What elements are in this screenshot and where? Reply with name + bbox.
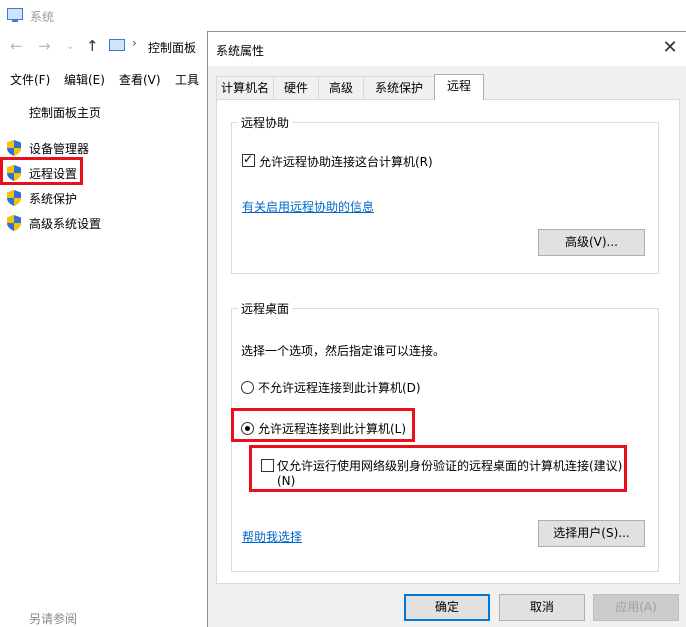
remote-desktop-group-title: 远程桌面 <box>238 300 293 317</box>
tab-computer-name[interactable]: 计算机名 <box>216 76 274 98</box>
allow-remote-highlight-box <box>231 408 415 442</box>
address-breadcrumb[interactable]: 控制面板 <box>148 39 196 56</box>
disallow-remote-label[interactable]: 不允许远程连接到此计算机(D) <box>258 379 421 396</box>
menu-file[interactable]: 文件(F) <box>10 71 50 88</box>
shield-icon <box>7 140 21 156</box>
sidebar-item-device-manager[interactable]: 设备管理器 <box>7 137 157 159</box>
sidebar-item-advanced-system-settings[interactable]: 高级系统设置 <box>7 212 157 234</box>
control-panel-icon <box>109 39 125 51</box>
select-users-button[interactable]: 选择用户(S)... <box>538 520 645 547</box>
remote-assistance-group: 远程协助 允许远程协助连接这台计算机(R) 有关启用远程协助的信息 高级(V).… <box>231 114 659 274</box>
remote-assistance-info-link[interactable]: 有关启用远程协助的信息 <box>242 198 374 215</box>
close-icon[interactable]: ✕ <box>659 38 681 60</box>
control-panel-home-link[interactable]: 控制面板主页 <box>29 104 101 121</box>
tab-remote[interactable]: 远程 <box>434 74 484 100</box>
tab-hardware[interactable]: 硬件 <box>273 76 319 98</box>
menu-edit[interactable]: 编辑(E) <box>64 71 105 88</box>
see-also-heading: 另请参阅 <box>29 612 78 626</box>
disallow-remote-radio[interactable] <box>241 381 254 394</box>
advanced-button[interactable]: 高级(V)... <box>538 229 645 256</box>
tab-advanced[interactable]: 高级 <box>318 76 364 98</box>
dialog-title: 系统属性 <box>216 44 265 58</box>
shield-icon <box>7 190 21 206</box>
recent-dropdown-icon[interactable]: ⌄ <box>66 41 74 52</box>
menu-tools[interactable]: 工具 <box>175 71 199 88</box>
chevron-right-icon[interactable]: › <box>132 36 137 50</box>
sidebar-item-label: 系统保护 <box>29 192 78 206</box>
remote-settings-highlight-box <box>0 157 83 185</box>
remote-tab-panel: 远程协助 允许远程协助连接这台计算机(R) 有关启用远程协助的信息 高级(V).… <box>216 99 680 584</box>
system-window-title: 系统 <box>30 10 55 24</box>
tab-system-protection[interactable]: 系统保护 <box>363 76 435 98</box>
apply-button[interactable]: 应用(A) <box>593 594 679 621</box>
allow-remote-assistance-label[interactable]: 允许远程协助连接这台计算机(R) <box>259 153 433 170</box>
computer-icon <box>7 8 23 22</box>
system-window-titlebar: 系统 <box>0 0 686 32</box>
nla-highlight-box <box>249 445 627 492</box>
forward-arrow-icon[interactable]: → <box>38 37 51 55</box>
help-me-choose-link[interactable]: 帮助我选择 <box>242 528 302 545</box>
system-properties-dialog: 系统属性 ✕ 计算机名 硬件 高级 系统保护 远程 远程协助 允许远程协助连接这… <box>207 31 686 627</box>
dialog-titlebar: 系统属性 ✕ <box>208 32 686 66</box>
ok-button[interactable]: 确定 <box>404 594 490 621</box>
menu-bar: 文件(F) 编辑(E) 查看(V) 工具 <box>0 68 210 90</box>
shield-icon <box>7 215 21 231</box>
allow-remote-assistance-checkbox[interactable] <box>242 152 255 167</box>
sidebar-item-system-protection[interactable]: 系统保护 <box>7 187 157 209</box>
up-arrow-icon[interactable]: ↑ <box>86 37 99 55</box>
cancel-button[interactable]: 取消 <box>499 594 585 621</box>
remote-desktop-instruction: 选择一个选项，然后指定谁可以连接。 <box>241 344 446 358</box>
sidebar-item-label: 设备管理器 <box>29 142 90 156</box>
menu-view[interactable]: 查看(V) <box>119 71 161 88</box>
remote-assistance-group-title: 远程协助 <box>238 114 293 131</box>
back-arrow-icon[interactable]: ← <box>10 37 23 55</box>
sidebar-item-label: 高级系统设置 <box>29 217 102 231</box>
